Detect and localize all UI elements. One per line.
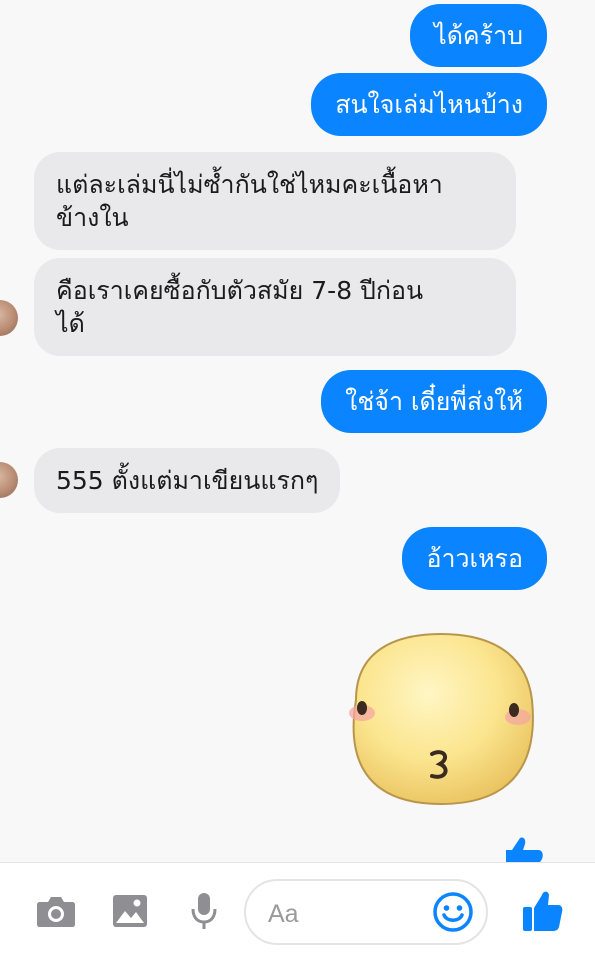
message-line: ได้ bbox=[56, 309, 85, 338]
image-icon bbox=[113, 895, 147, 927]
message-outgoing[interactable]: ได้คร้าบ bbox=[410, 4, 547, 67]
contact-avatar[interactable] bbox=[0, 462, 18, 498]
message-outgoing[interactable]: สนใจเล่มไหนบ้าง bbox=[311, 73, 547, 136]
message-line: คือเราเคยซื้อกับตัวสมัย 7-8 ปีก่อน bbox=[56, 276, 424, 305]
chat-thread[interactable]: ได้คร้าบ สนใจเล่มไหนบ้าง แต่ละเล่มนี่ไม่… bbox=[0, 0, 595, 862]
microphone-icon bbox=[191, 893, 217, 929]
message-outgoing[interactable]: อ้าวเหรอ bbox=[402, 527, 547, 590]
camera-button[interactable] bbox=[32, 887, 80, 935]
gallery-button[interactable] bbox=[106, 887, 154, 935]
blushing-face-sticker[interactable] bbox=[336, 630, 546, 808]
contact-avatar[interactable] bbox=[0, 300, 18, 336]
message-outgoing[interactable]: ใช่จ้า เดี๋ยพี่ส่งให้ bbox=[321, 370, 547, 433]
emoji-button[interactable] bbox=[430, 889, 476, 935]
message-composer bbox=[0, 862, 595, 961]
camera-icon bbox=[37, 897, 75, 927]
smiley-icon bbox=[433, 892, 473, 932]
like-button[interactable] bbox=[518, 887, 566, 935]
message-incoming[interactable]: แต่ละเล่มนี่ไม่ซ้ำกันใช่ไหมคะเนื้อหา ข้า… bbox=[34, 152, 516, 250]
thumbs-up-icon bbox=[506, 837, 543, 862]
message-input-container[interactable] bbox=[244, 879, 488, 945]
message-input[interactable] bbox=[266, 893, 430, 935]
voice-button[interactable] bbox=[180, 887, 228, 935]
message-incoming[interactable]: คือเราเคยซื้อกับตัวสมัย 7-8 ปีก่อน ได้ bbox=[34, 258, 516, 356]
message-line: ข้างใน bbox=[56, 203, 129, 232]
message-line: แต่ละเล่มนี่ไม่ซ้ำกันใช่ไหมคะเนื้อหา bbox=[56, 170, 443, 199]
message-incoming[interactable]: 555 ตั้งแต่มาเขียนแรกๆ bbox=[34, 448, 341, 513]
thumbs-up-icon bbox=[523, 891, 563, 931]
